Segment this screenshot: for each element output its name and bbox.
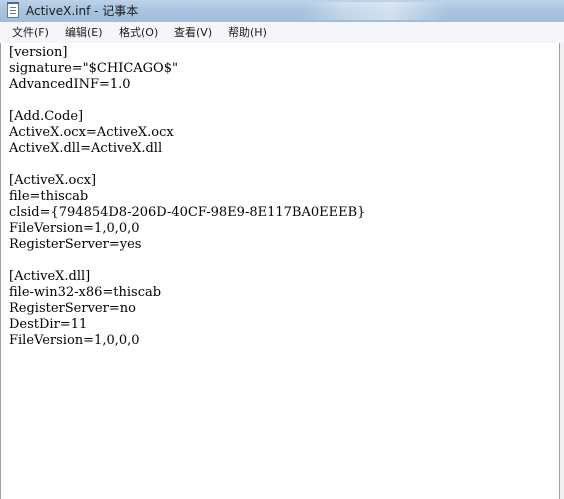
- menu-bar: 文件(F) 编辑(E) 格式(O) 查看(V) 帮助(H): [0, 22, 564, 44]
- text-line: [version]: [9, 45, 68, 60]
- text-line: ActiveX.dll=ActiveX.dll: [9, 141, 163, 156]
- text-line: FileVersion=1,0,0,0: [9, 333, 140, 348]
- menu-view[interactable]: 查看(V): [174, 24, 212, 41]
- menu-format[interactable]: 格式(O): [119, 24, 158, 41]
- text-editor[interactable]: [version] signature="$CHICAGO$" Advanced…: [0, 43, 560, 499]
- text-line: RegisterServer=yes: [9, 237, 142, 252]
- notepad-icon[interactable]: [7, 2, 19, 18]
- text-line: [9, 93, 365, 109]
- text-line: DestDir=11: [9, 317, 88, 332]
- text-line: ActiveX.ocx=ActiveX.ocx: [9, 125, 174, 140]
- text-line: AdvancedINF=1.0: [9, 77, 131, 92]
- menu-help[interactable]: 帮助(H): [228, 24, 267, 41]
- text-line: signature="$CHICAGO$": [9, 61, 178, 76]
- menu-edit[interactable]: 编辑(E): [65, 24, 103, 41]
- window-title: ActiveX.inf - 记事本: [26, 4, 139, 18]
- notepad-window: ActiveX.inf - 记事本 文件(F) 编辑(E) 格式(O) 查看(V…: [0, 0, 564, 499]
- text-line: [9, 253, 365, 269]
- title-bar[interactable]: ActiveX.inf - 记事本: [0, 0, 564, 23]
- text-line: [Add.Code]: [9, 109, 84, 124]
- text-line: [ActiveX.ocx]: [9, 173, 97, 188]
- text-line: FileVersion=1,0,0,0: [9, 221, 140, 236]
- text-line: RegisterServer=no: [9, 301, 136, 316]
- title-bar-glass: [300, 2, 450, 20]
- text-line: file=thiscab: [9, 189, 89, 204]
- text-line: clsid={794854D8-206D-40CF-98E9-8E117BA0E…: [9, 205, 366, 220]
- text-line: file-win32-x86=thiscab: [9, 285, 162, 300]
- editor-content[interactable]: [version] signature="$CHICAGO$" Advanced…: [9, 45, 365, 349]
- text-line: [ActiveX.dll]: [9, 269, 91, 284]
- window-right-border: [560, 43, 564, 499]
- menu-file[interactable]: 文件(F): [12, 24, 49, 41]
- text-line: [9, 157, 365, 173]
